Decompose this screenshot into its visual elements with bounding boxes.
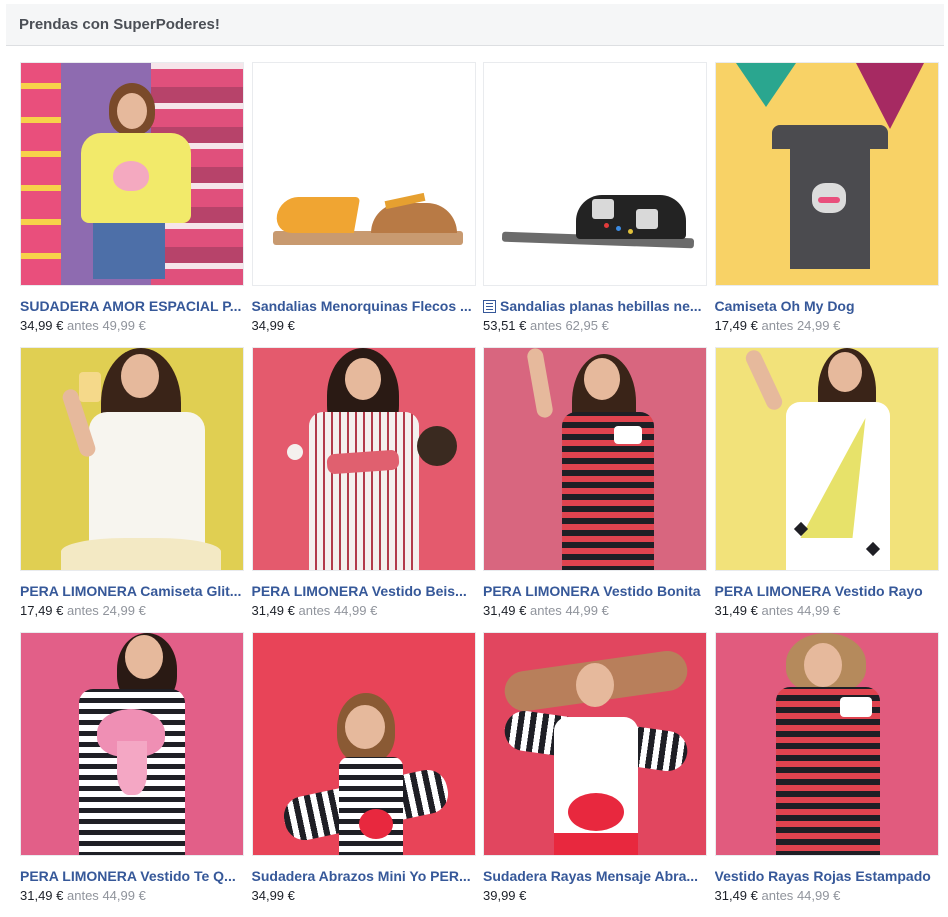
- product-name[interactable]: Sandalias Menorquinas Flecos ...: [252, 298, 474, 314]
- price: 17,49 €: [20, 603, 64, 618]
- product-name[interactable]: Sandalias planas hebillas ne...: [483, 298, 705, 314]
- product-card[interactable]: Vestido Rayas Rojas Estampado 31,49 € an…: [714, 632, 939, 917]
- old-price-label: antes: [761, 603, 794, 618]
- product-name[interactable]: PERA LIMONERA Vestido Bonita: [483, 583, 705, 599]
- price: 31,49 €: [251, 603, 295, 618]
- catalog-icon: [483, 299, 496, 313]
- product-card[interactable]: Camiseta Oh My Dog 17,49 € antes 24,99 €: [714, 62, 939, 347]
- old-price-label: antes: [298, 603, 331, 618]
- product-image[interactable]: [251, 62, 476, 286]
- product-image[interactable]: [714, 347, 939, 571]
- product-image[interactable]: [251, 632, 476, 856]
- product-name[interactable]: Vestido Rayas Rojas Estampado: [715, 868, 937, 884]
- price-row: 34,99 €: [252, 318, 476, 333]
- product-name[interactable]: Camiseta Oh My Dog: [715, 298, 937, 314]
- product-image[interactable]: [483, 632, 707, 856]
- old-price: 24,99 €: [796, 318, 841, 333]
- price: 34,99 €: [251, 318, 295, 333]
- price: 53,51 €: [483, 318, 527, 333]
- product-name[interactable]: PERA LIMONERA Vestido Te Q...: [20, 868, 242, 884]
- product-card[interactable]: PERA LIMONERA Vestido Rayo 31,49 € antes…: [714, 347, 939, 632]
- old-price-label: antes: [67, 603, 99, 618]
- price-row: 34,99 € antes 49,99 €: [20, 318, 244, 333]
- product-card[interactable]: PERA LIMONERA Vestido Te Q... 31,49 € an…: [20, 632, 244, 917]
- price: 31,49 €: [483, 603, 527, 618]
- price-row: 53,51 € antes 62,95 €: [483, 318, 707, 333]
- old-price: 62,95 €: [565, 318, 609, 333]
- old-price: 44,99 €: [796, 603, 841, 618]
- price-row: 31,49 € antes 44,99 €: [483, 603, 707, 618]
- product-name[interactable]: PERA LIMONERA Vestido Rayo: [715, 583, 937, 599]
- old-price: 24,99 €: [102, 603, 146, 618]
- price-row: 17,49 € antes 24,99 €: [20, 603, 244, 618]
- product-card[interactable]: PERA LIMONERA Vestido Beis... 31,49 € an…: [251, 347, 476, 632]
- old-price: 44,99 €: [565, 603, 609, 618]
- price: 17,49 €: [714, 318, 758, 333]
- product-card[interactable]: Sudadera Rayas Mensaje Abra... 39,99 €: [483, 632, 707, 917]
- price-row: 17,49 € antes 24,99 €: [715, 318, 939, 333]
- old-price-label: antes: [67, 318, 99, 333]
- product-name[interactable]: PERA LIMONERA Vestido Beis...: [252, 583, 474, 599]
- section-title: Prendas con SuperPoderes!: [19, 16, 220, 33]
- product-image[interactable]: [483, 62, 707, 286]
- product-card[interactable]: Sandalias Menorquinas Flecos ... 34,99 €: [251, 62, 476, 347]
- old-price-label: antes: [761, 318, 794, 333]
- price-row: 31,49 € antes 44,99 €: [715, 603, 939, 618]
- old-price: 49,99 €: [102, 318, 146, 333]
- old-price-label: antes: [530, 603, 562, 618]
- product-image[interactable]: [483, 347, 707, 571]
- product-name[interactable]: SUDADERA AMOR ESPACIAL P...: [20, 298, 242, 314]
- section-header: Prendas con SuperPoderes!: [6, 4, 944, 46]
- product-image[interactable]: [20, 632, 244, 856]
- product-card[interactable]: Sudadera Abrazos Mini Yo PER... 34,99 €: [251, 632, 476, 917]
- product-image[interactable]: [20, 62, 244, 286]
- product-image[interactable]: [251, 347, 476, 571]
- product-card[interactable]: Sandalias planas hebillas ne... 53,51 € …: [483, 62, 707, 347]
- price: 34,99 €: [20, 318, 64, 333]
- price: 31,49 €: [714, 603, 758, 618]
- product-name[interactable]: Sudadera Rayas Mensaje Abra...: [483, 868, 705, 884]
- old-price: 44,99 €: [333, 603, 378, 618]
- product-image[interactable]: [20, 347, 244, 571]
- price-row: 31,49 € antes 44,99 €: [252, 603, 476, 618]
- product-name[interactable]: PERA LIMONERA Camiseta Glit...: [20, 583, 242, 599]
- product-card[interactable]: PERA LIMONERA Vestido Bonita 31,49 € ant…: [483, 347, 707, 632]
- product-image[interactable]: [714, 62, 939, 286]
- product-card[interactable]: PERA LIMONERA Camiseta Glit... 17,49 € a…: [20, 347, 244, 632]
- old-price-label: antes: [530, 318, 562, 333]
- product-grid: SUDADERA AMOR ESPACIAL P... 34,99 € ante…: [20, 62, 939, 917]
- product-card[interactable]: SUDADERA AMOR ESPACIAL P... 34,99 € ante…: [20, 62, 244, 347]
- product-image[interactable]: [714, 632, 939, 856]
- product-name[interactable]: Sudadera Abrazos Mini Yo PER...: [252, 868, 474, 884]
